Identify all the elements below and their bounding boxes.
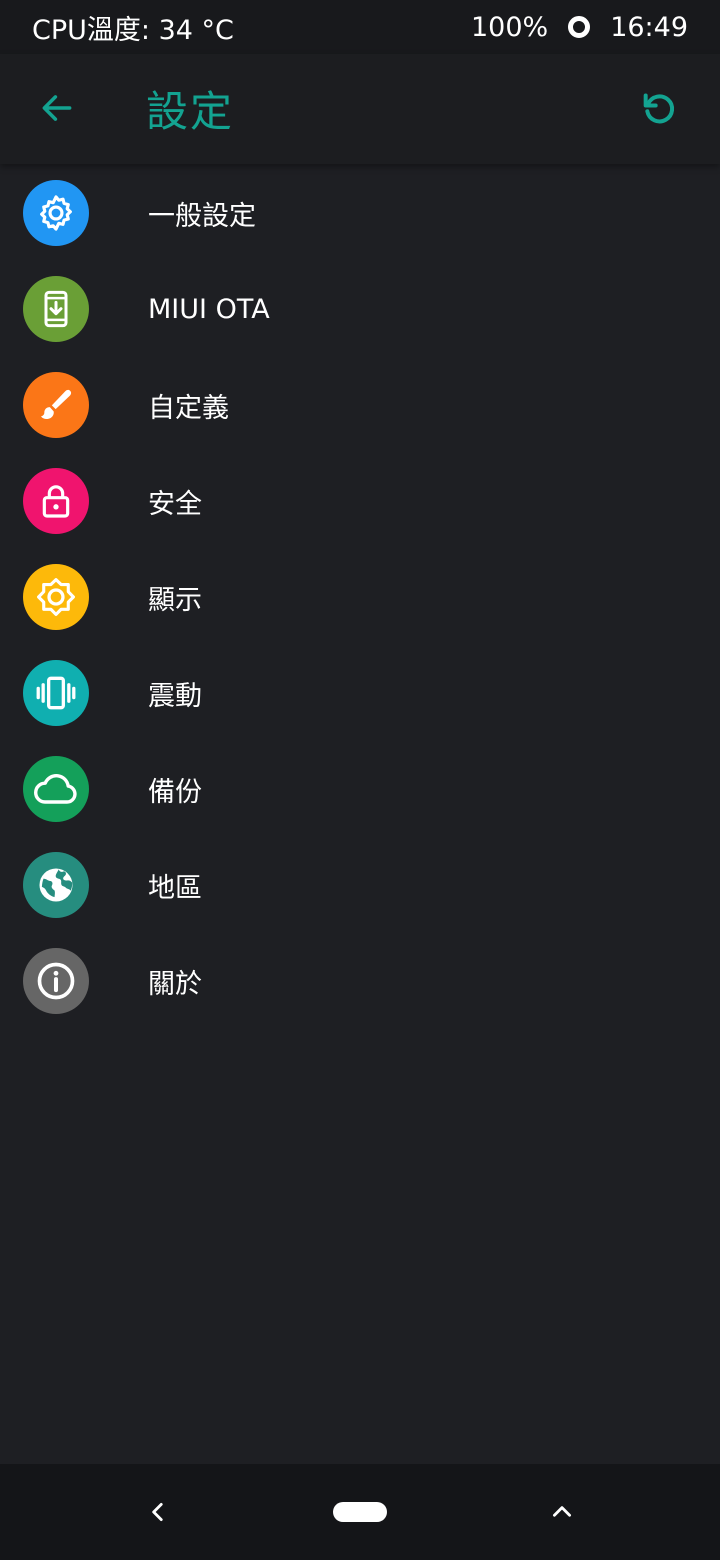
clock: 16:49 bbox=[610, 11, 688, 43]
brightness-icon bbox=[37, 578, 75, 616]
nav-home-button[interactable] bbox=[333, 1502, 387, 1522]
item-icon-badge bbox=[23, 372, 89, 438]
settings-item-region[interactable]: 地區 bbox=[0, 837, 720, 933]
nav-recents-button[interactable] bbox=[544, 1494, 580, 1530]
settings-item-label: 安全 bbox=[148, 488, 202, 520]
chevron-left-icon bbox=[152, 1503, 163, 1521]
paintbrush-icon bbox=[41, 389, 72, 419]
settings-item-label: 關於 bbox=[148, 968, 202, 1000]
cloud-icon bbox=[34, 774, 77, 804]
refresh-icon bbox=[643, 93, 675, 124]
settings-item-general[interactable]: 一般設定 bbox=[0, 165, 720, 261]
settings-item-backup[interactable]: 備份 bbox=[0, 741, 720, 837]
settings-item-security[interactable]: 安全 bbox=[0, 453, 720, 549]
status-indicators: 100% 16:49 bbox=[471, 12, 688, 43]
settings-item-label: MIUI OTA bbox=[148, 293, 270, 325]
gear-icon bbox=[40, 195, 72, 231]
item-icon-badge bbox=[23, 564, 89, 630]
item-icon-badge bbox=[23, 756, 89, 822]
settings-item-about[interactable]: 關於 bbox=[0, 933, 720, 1029]
item-icon-badge bbox=[23, 852, 89, 918]
settings-item-label: 備份 bbox=[148, 776, 202, 808]
settings-item-miui-ota[interactable]: MIUI OTA bbox=[0, 261, 720, 357]
status-ring-icon bbox=[568, 16, 591, 38]
back-button[interactable] bbox=[30, 81, 84, 135]
settings-item-label: 震動 bbox=[148, 680, 202, 712]
reset-button[interactable] bbox=[632, 81, 686, 135]
settings-item-label: 自定義 bbox=[148, 392, 229, 424]
cpu-temperature: CPU溫度: 34 °C bbox=[32, 14, 234, 46]
settings-item-vibration[interactable]: 震動 bbox=[0, 645, 720, 741]
nav-back-button[interactable] bbox=[140, 1494, 176, 1530]
settings-item-label: 一般設定 bbox=[148, 200, 256, 232]
phone-download-icon bbox=[44, 290, 68, 328]
item-icon-badge bbox=[23, 276, 89, 342]
settings-item-customization[interactable]: 自定義 bbox=[0, 357, 720, 453]
chevron-up-icon bbox=[553, 1506, 571, 1517]
item-icon-badge bbox=[23, 948, 89, 1014]
settings-item-label: 顯示 bbox=[148, 584, 202, 616]
info-icon bbox=[37, 962, 75, 1000]
vibration-icon bbox=[36, 676, 76, 710]
item-icon-badge bbox=[23, 180, 89, 246]
arrow-left-icon bbox=[42, 95, 72, 121]
item-icon-badge bbox=[23, 468, 89, 534]
item-icon-badge bbox=[23, 660, 89, 726]
battery-level: 100% bbox=[470, 11, 549, 43]
app-bar: 設定 bbox=[0, 54, 720, 164]
settings-item-display[interactable]: 顯示 bbox=[0, 549, 720, 645]
settings-list: 一般設定 MIUI OTA 自定義 安全 顯示 震動 備份 地區 關於 bbox=[0, 165, 720, 1029]
page-title: 設定 bbox=[146, 87, 235, 136]
lock-icon bbox=[42, 485, 70, 518]
status-bar: CPU溫度: 34 °C 100% 16:49 bbox=[0, 0, 720, 54]
globe-icon bbox=[39, 868, 73, 902]
settings-item-label: 地區 bbox=[148, 872, 202, 904]
navigation-bar bbox=[0, 1464, 720, 1560]
